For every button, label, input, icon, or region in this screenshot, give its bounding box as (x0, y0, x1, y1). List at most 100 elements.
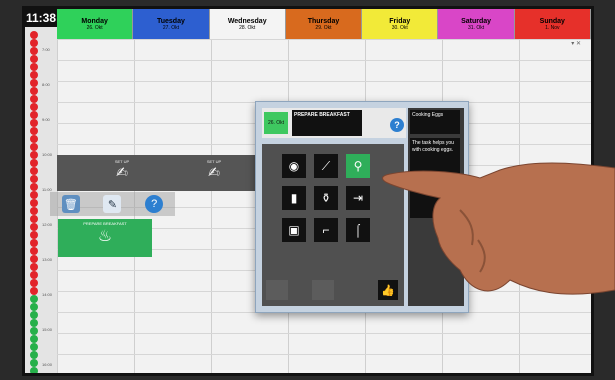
day-date: 26. Okt (86, 24, 103, 31)
time-dot (30, 79, 38, 87)
time-dot (30, 87, 38, 95)
day-header-friday[interactable]: Friday 30. Okt (362, 9, 439, 39)
cabinet-icon[interactable]: ▮ (282, 186, 306, 210)
time-dot (30, 63, 38, 71)
day-date: 28. Okt (239, 24, 256, 31)
day-date: 29. Okt (315, 24, 332, 31)
hour-label: 10:00 (42, 152, 53, 157)
time-dot (30, 55, 38, 63)
hour-label: 7:00 (42, 47, 50, 52)
time-dot (30, 295, 38, 303)
hour-label: 9:00 (42, 117, 50, 122)
prepare-breakfast-block[interactable]: PREPARE BREAKFAST ♨ (58, 219, 152, 257)
step-title: Cooking Eggs (410, 110, 460, 134)
time-dot (30, 271, 38, 279)
day-name: Wednesday (227, 17, 267, 25)
edit-toolbar: 🗑 ✎ ? (50, 192, 175, 216)
dialog-header: 26. Okt PREPARE BREAKFAST ? (262, 108, 406, 138)
day-date: 31. Okt (467, 24, 485, 31)
time-dot (30, 303, 38, 311)
time-dot (30, 175, 38, 183)
time-dot (30, 151, 38, 159)
bottle-icon[interactable]: ⚱ (314, 186, 338, 210)
day-name: Sunday (539, 17, 565, 25)
day-header-monday[interactable]: Monday 26. Okt (57, 9, 134, 39)
time-dot (30, 71, 38, 79)
day-date: 27. Okt (162, 24, 179, 31)
time-dot (30, 191, 38, 199)
time-dot (30, 159, 38, 167)
hour-label: 14:00 (42, 292, 53, 297)
time-dot (30, 199, 38, 207)
time-dot (30, 31, 38, 39)
hour-label: 12:00 (42, 222, 53, 227)
setup-block-monday[interactable]: SET UP ✍ (87, 157, 157, 189)
setup-icon: ✍ (208, 164, 220, 180)
time-dot (30, 279, 38, 287)
task-title: PREPARE BREAKFAST (292, 110, 362, 136)
time-dot (30, 239, 38, 247)
hour-label: 15:00 (42, 327, 53, 332)
time-dot (30, 39, 38, 47)
delete-icon[interactable]: 🗑 (61, 195, 80, 213)
setup-block-tuesday[interactable]: SET UP ✍ (179, 157, 249, 189)
day-name: Monday (81, 17, 108, 25)
time-dot (30, 103, 38, 111)
time-dot (30, 367, 38, 373)
day-header-saturday[interactable]: Saturday 31. Okt (438, 9, 515, 39)
day-name: Tuesday (156, 17, 185, 25)
placeholder-slot (266, 280, 288, 300)
day-name: Friday (389, 17, 411, 25)
time-dot (30, 167, 38, 175)
pan-icon[interactable]: ⌐ (314, 218, 338, 242)
day-name: Thursday (307, 17, 340, 25)
time-dot (30, 247, 38, 255)
knife-icon[interactable]: ⟋ (314, 154, 338, 178)
day-header-thursday[interactable]: Thursday 29. Okt (285, 9, 363, 39)
day-header-tuesday[interactable]: Tuesday 27. Okt (133, 9, 210, 39)
hour-label: 13:00 (42, 257, 53, 262)
cooking-icon: ♨ (97, 228, 113, 245)
day-date: 30. Okt (391, 24, 408, 31)
time-dot (30, 183, 38, 191)
day-header-sunday[interactable]: Sunday 1. Nov (514, 9, 591, 39)
time-dot (30, 351, 38, 359)
week-header: Monday 26. Okt Tuesday 27. Okt Wednesday 28. … (57, 9, 591, 39)
edit-icon[interactable]: ✎ (103, 195, 122, 213)
time-dot (30, 207, 38, 215)
time-dot (30, 127, 38, 135)
time-dot (30, 119, 38, 127)
clock: 11:38 (25, 9, 57, 27)
day-date: 1. Nov (545, 24, 560, 31)
time-dot (30, 375, 38, 376)
time-dot (30, 255, 38, 263)
time-dot (30, 135, 38, 143)
step-icon-grid: ◉ ⟋ ⚲ ▮ ⚱ ⇥ ▣ ⌐ ⌠ (282, 154, 370, 242)
help-icon[interactable]: ? (145, 195, 164, 213)
time-dot (30, 319, 38, 327)
day-header-wednesday[interactable]: Wednesday 28. Okt (209, 9, 286, 39)
hour-label: 16:00 (42, 362, 53, 367)
time-dot (30, 231, 38, 239)
day-name: Saturday (461, 17, 492, 25)
time-dot (30, 335, 38, 343)
time-dot (30, 143, 38, 151)
setup-icon: ✍ (116, 164, 128, 180)
time-dot (30, 223, 38, 231)
time-dot (30, 287, 38, 295)
time-dot (30, 311, 38, 319)
appliance-icon[interactable]: ▣ (282, 218, 306, 242)
time-dot (30, 343, 38, 351)
eye-icon[interactable]: ◉ (282, 154, 306, 178)
time-dot (30, 359, 38, 367)
time-dot (30, 95, 38, 103)
pointing-hand (382, 162, 615, 295)
help-button[interactable]: ? (390, 118, 404, 132)
placeholder-slot (312, 280, 334, 300)
time-dot (30, 327, 38, 335)
hour-label: 8:00 (42, 82, 50, 87)
time-dot (30, 111, 38, 119)
time-dot (30, 47, 38, 55)
time-dot (30, 263, 38, 271)
window-controls[interactable]: ▾ ✕ (571, 40, 581, 47)
